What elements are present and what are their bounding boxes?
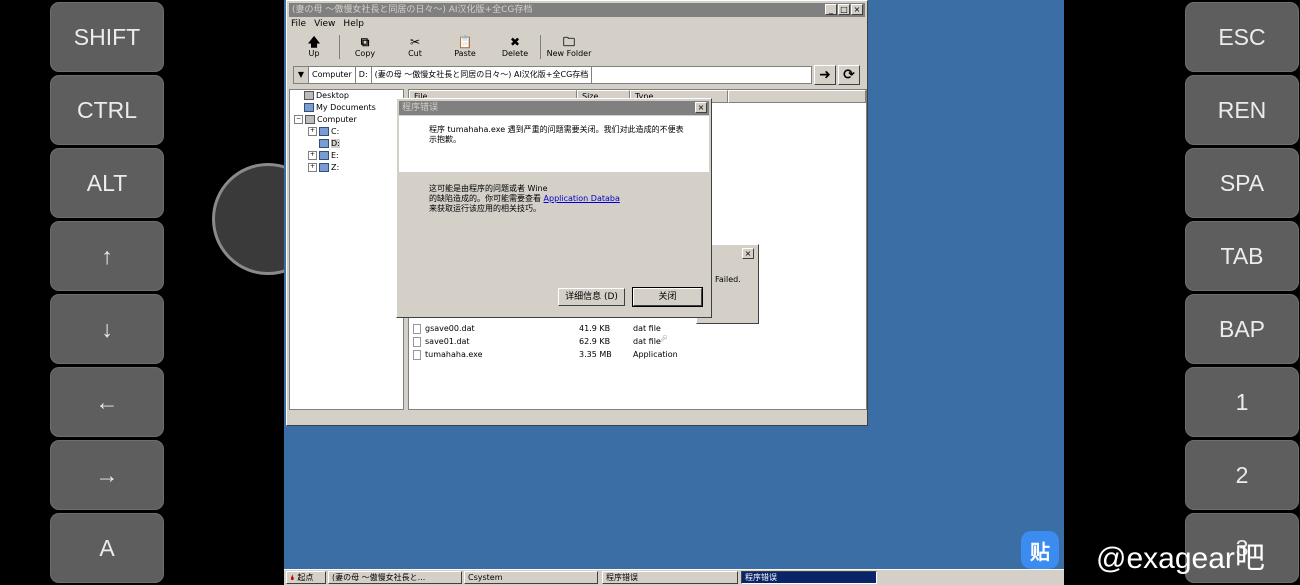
computer-icon — [305, 115, 315, 124]
bap-key[interactable]: BAP — [1185, 294, 1299, 364]
scissors-icon: ✂ — [409, 35, 421, 49]
new-folder-button[interactable]: 🗀 New Folder — [541, 33, 597, 61]
expand-icon[interactable]: + — [308, 127, 317, 136]
wine-desktop: (妻の母 ～傲慢女社長と同居の日々～) AI汉化版+全CG存档 _ □ × Fi… — [284, 0, 1064, 585]
drive-icon — [319, 151, 329, 160]
arrow-down-key[interactable]: ↓ — [50, 294, 164, 364]
folder-tree: Desktop My Documents − Computer + C: D: + E… — [289, 89, 404, 410]
taskbar-item-error-2[interactable]: 程序错误 — [741, 571, 877, 584]
up-arrow-icon: 🡅 — [307, 35, 321, 49]
minimize-button[interactable]: _ — [825, 4, 837, 15]
tree-drive-e[interactable]: + E: — [308, 151, 339, 160]
error-message-area: 程序 tumahaha.exe 遇到严重的问题需要关闭。我们对此造成的不便表示抱… — [399, 116, 709, 172]
shift-key[interactable]: SHIFT — [50, 2, 164, 72]
arrow-right-key[interactable]: → — [50, 440, 164, 510]
tab-key[interactable]: TAB — [1185, 221, 1299, 291]
maximize-button[interactable]: □ — [838, 4, 850, 15]
delete-button[interactable]: ✖ Delete — [490, 33, 540, 61]
watermark: @exagear吧 — [1096, 542, 1265, 575]
refresh-icon[interactable]: ⟳ — [838, 65, 860, 85]
column-header-filler — [728, 90, 866, 103]
small-dialog-text: Failed. — [715, 275, 741, 284]
tree-drive-z[interactable]: + Z: — [308, 163, 339, 172]
file-icon — [413, 350, 421, 360]
error-info: 这可能是由程序的问题或者 Wine 的缺陷造成的。你可能需要查看 Applica… — [429, 184, 620, 213]
menu-file[interactable]: File — [291, 19, 306, 29]
menu-view[interactable]: View — [314, 19, 335, 29]
breadcrumb-computer[interactable]: Computer — [309, 67, 356, 83]
a-key[interactable]: A — [50, 513, 164, 583]
mouse-cursor-icon: ➚ — [659, 332, 669, 345]
arrow-left-key[interactable]: ← — [50, 367, 164, 437]
error-message: 程序 tumahaha.exe 遇到严重的问题需要关闭。我们对此造成的不便表示抱… — [429, 125, 684, 144]
menu-bar: File View Help — [291, 19, 364, 29]
documents-folder-icon — [304, 103, 314, 112]
breadcrumb-folder[interactable]: (妻の母 ～傲慢女社長と同居の日々～) AI汉化版+全CG存档 — [372, 67, 593, 83]
close-icon[interactable]: × — [695, 102, 707, 113]
drive-icon — [319, 163, 329, 172]
two-key[interactable]: 2 — [1185, 440, 1299, 510]
taskbar-item-explorer[interactable]: (妻の母 ～傲慢女社長と... — [328, 571, 462, 584]
chevron-down-icon[interactable]: ▼ — [294, 67, 309, 83]
expand-icon[interactable]: + — [308, 151, 317, 160]
tieba-logo-icon: 贴 — [1021, 531, 1059, 569]
cut-button[interactable]: ✂ Cut — [390, 33, 440, 61]
desktop-icon — [304, 91, 314, 100]
arrow-up-key[interactable]: ↑ — [50, 221, 164, 291]
error-dialog-titlebar[interactable]: 程序错误 × — [399, 101, 709, 115]
file-icon — [413, 324, 421, 334]
one-key[interactable]: 1 — [1185, 367, 1299, 437]
ctrl-key[interactable]: CTRL — [50, 75, 164, 145]
taskbar-item-csystem[interactable]: Csystem — [464, 571, 598, 584]
file-icon — [413, 337, 421, 347]
explorer-titlebar[interactable]: (妻の母 ～傲慢女社長と同居の日々～) AI汉化版+全CG存档 _ □ × — [289, 3, 865, 17]
explorer-title: (妻の母 ～傲慢女社長と同居の日々～) AI汉化版+全CG存档 — [292, 5, 533, 15]
start-icon: 🌢 — [290, 573, 295, 582]
tree-computer[interactable]: − Computer — [294, 115, 357, 124]
paste-icon: 📋 — [457, 35, 473, 49]
copy-button[interactable]: ⧉ Copy — [340, 33, 390, 61]
tree-drive-d[interactable]: D: — [308, 139, 340, 148]
close-icon[interactable]: × — [742, 248, 754, 259]
copy-icon: ⧉ — [360, 35, 370, 49]
expand-icon[interactable]: + — [308, 163, 317, 172]
close-button[interactable]: × — [851, 4, 863, 15]
application-database-link[interactable]: Application Databa — [544, 194, 620, 203]
taskbar: 🌢 起点 (妻の母 ～傲慢女社長と... Csystem 程序错误 程序错误 — [284, 569, 1064, 585]
drive-icon — [319, 127, 329, 136]
start-button[interactable]: 🌢 起点 — [286, 571, 326, 584]
spa-key[interactable]: SPA — [1185, 148, 1299, 218]
details-button[interactable]: 详细信息 (D) — [558, 288, 625, 306]
new-folder-icon: 🗀 — [562, 35, 575, 49]
esc-key[interactable]: ESC — [1185, 2, 1299, 72]
drive-icon — [319, 139, 329, 148]
tree-my-documents[interactable]: My Documents — [304, 103, 376, 112]
tree-drive-c[interactable]: + C: — [308, 127, 339, 136]
collapse-icon[interactable]: − — [294, 115, 303, 124]
ren-key[interactable]: REN — [1185, 75, 1299, 145]
taskbar-item-error-1[interactable]: 程序错误 — [602, 571, 738, 584]
address-bar[interactable]: ▼ Computer D: (妻の母 ～傲慢女社長と同居の日々～) AI汉化版+… — [293, 66, 812, 84]
breadcrumb-drive[interactable]: D: — [356, 67, 372, 83]
delete-x-icon: ✖ — [509, 35, 521, 49]
error-dialog: 程序错误 × 程序 tumahaha.exe 遇到严重的问题需要关闭。我们对此造… — [396, 98, 712, 318]
dialog-close-button[interactable]: 关闭 — [632, 287, 703, 307]
paste-button[interactable]: 📋 Paste — [440, 33, 490, 61]
error-dialog-title: 程序错误 — [402, 103, 439, 113]
alt-key[interactable]: ALT — [50, 148, 164, 218]
go-arrow-icon[interactable]: ➜ — [814, 65, 836, 85]
toolbar: 🡅 Up ⧉ Copy ✂ Cut 📋 Paste ✖ Delete 🗀 New Folde… — [289, 33, 865, 61]
tree-desktop[interactable]: Desktop — [304, 91, 349, 100]
menu-help[interactable]: Help — [343, 19, 364, 29]
up-button[interactable]: 🡅 Up — [289, 33, 339, 61]
